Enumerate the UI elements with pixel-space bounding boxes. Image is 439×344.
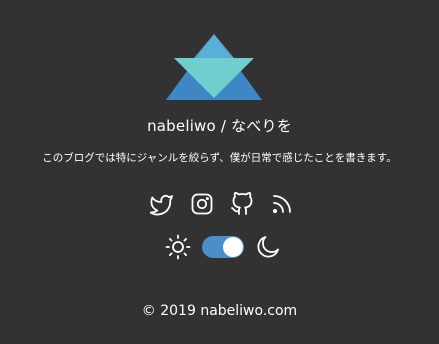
instagram-icon xyxy=(191,193,213,215)
twitter-link[interactable] xyxy=(150,192,174,216)
social-links xyxy=(150,192,294,216)
profile-card: nabeliwo / なべりを このブログでは特にジャンルを絞らず、僕が日常で感… xyxy=(0,0,439,344)
github-icon xyxy=(231,192,253,215)
instagram-link[interactable] xyxy=(190,192,214,216)
site-tagline: このブログでは特にジャンルを絞らず、僕が日常で感じたことを書きます。 xyxy=(42,152,397,164)
triangle-logo-icon xyxy=(166,34,262,100)
github-link[interactable] xyxy=(230,192,254,216)
sun-icon[interactable] xyxy=(164,233,192,261)
theme-switcher xyxy=(164,233,282,261)
moon-icon[interactable] xyxy=(254,233,282,261)
twitter-icon xyxy=(150,194,173,216)
copyright: © 2019 nabeliwo.com xyxy=(141,303,298,319)
site-title[interactable]: nabeliwo / なべりを xyxy=(0,116,439,136)
dark-mode-toggle[interactable] xyxy=(202,236,244,258)
toggle-knob xyxy=(223,237,243,257)
rss-icon xyxy=(272,195,291,214)
rss-link[interactable] xyxy=(270,192,294,216)
